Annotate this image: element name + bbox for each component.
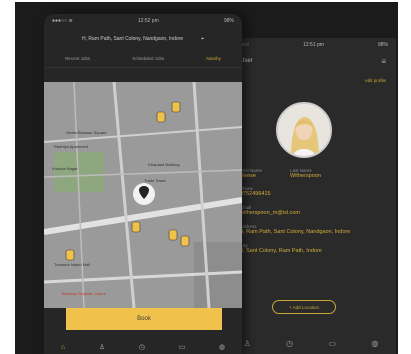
avatar bbox=[276, 102, 332, 158]
edit-profile-link[interactable]: edit profile bbox=[226, 78, 396, 83]
name-row: First Name Reese Last Name Witherspoon bbox=[240, 168, 388, 180]
tab-scheduled-jobs[interactable]: Scheduled Jobs bbox=[132, 56, 164, 61]
bottom-nav: ⌂ ♙ ◷ ▭ ◍ bbox=[44, 340, 242, 354]
history-tab-icon[interactable]: ◷ bbox=[286, 339, 293, 348]
status-time: 12:51 pm bbox=[303, 42, 324, 48]
book-button[interactable]: Book bbox=[66, 308, 222, 330]
menu-icon[interactable]: ≡ bbox=[381, 57, 386, 66]
status-bar: ●●●○○ 12:51 pm 98% bbox=[226, 38, 396, 52]
screenshot-stage: ●●●○○ 12:51 pm 98% User ≡ edit profile F… bbox=[0, 0, 411, 354]
map-label-5: Krishna Nagar bbox=[52, 166, 78, 171]
profile-tab-icon[interactable]: ♙ bbox=[244, 339, 251, 348]
current-address: H, Ram Path, Sant Colony, Nandgaon, Indo… bbox=[82, 36, 184, 42]
wallet-tab-icon[interactable]: ▭ bbox=[328, 339, 336, 348]
address-bar[interactable]: H, Ram Path, Sant Colony, Nandgaon, Indo… bbox=[44, 28, 242, 50]
settings-tab-icon[interactable]: ◍ bbox=[371, 339, 378, 348]
bottom-nav: ♙ ◷ ▭ ◍ bbox=[226, 332, 396, 354]
profile-header: User ≡ bbox=[226, 52, 396, 70]
status-battery: 98% bbox=[223, 18, 234, 24]
status-battery: 98% bbox=[377, 42, 388, 48]
email-value: witherspoon_m@isl.com bbox=[240, 210, 300, 217]
profile-screen: ●●●○○ 12:51 pm 98% User ≡ edit profile F… bbox=[226, 38, 396, 354]
map-label-3: Dhapaad Building bbox=[148, 162, 180, 167]
profile-fields: First Name Reese Last Name Witherspoon P… bbox=[240, 168, 388, 262]
tab-nearby[interactable]: Nearby bbox=[206, 56, 221, 61]
add-location-button[interactable]: + Add Location bbox=[272, 300, 336, 314]
settings-tab-icon[interactable]: ◍ bbox=[219, 343, 225, 351]
phone-value: 9752496415 bbox=[240, 191, 271, 198]
status-bar: ●●●○○ ≋ 12:52 pm 98% bbox=[44, 14, 242, 28]
city-field: City 4, Sant Colony, Ram Path, Indore bbox=[240, 243, 388, 255]
history-tab-icon[interactable]: ◷ bbox=[139, 343, 145, 351]
address-field: Address 4, Ram Path, Sant Colony, Nandga… bbox=[240, 224, 388, 236]
first-name-value: Reese bbox=[240, 173, 256, 180]
last-name-value: Witherspoon bbox=[290, 173, 321, 180]
map-screen: ●●●○○ ≋ 12:52 pm 98% H, Ram Path, Sant C… bbox=[44, 14, 242, 354]
last-name-field: Last Name Witherspoon bbox=[290, 168, 321, 180]
map-label-7: Bombay Hospital, Indore bbox=[62, 291, 106, 296]
phone-field: Phone 9752496415 bbox=[240, 186, 388, 198]
tab-recent-jobs[interactable]: Recent Jobs bbox=[65, 56, 90, 61]
email-field: Email witherspoon_m@isl.com bbox=[240, 205, 388, 217]
first-name-field: First Name Reese bbox=[240, 168, 262, 180]
home-tab-icon[interactable]: ⌂ bbox=[61, 344, 65, 351]
city-value: 4, Sant Colony, Ram Path, Indore bbox=[240, 248, 322, 255]
job-tabs: Recent Jobs Scheduled Jobs Nearby bbox=[44, 50, 242, 68]
wallet-tab-icon[interactable]: ▭ bbox=[179, 343, 186, 351]
map-canvas bbox=[44, 82, 242, 308]
map-label-1: Geeta Bhawan Square bbox=[66, 130, 107, 135]
location-pin-icon[interactable]: ⌖ bbox=[201, 36, 204, 42]
map-view[interactable]: Geeta Bhawan Square Radhiya Apartment Dh… bbox=[44, 82, 242, 308]
status-signal: ●●●○○ ≋ bbox=[52, 18, 73, 24]
map-label-4: Trade Tower bbox=[144, 178, 167, 183]
map-label-2: Radhiya Apartment bbox=[54, 144, 89, 149]
status-time: 12:52 pm bbox=[137, 18, 159, 24]
map-label-6: Treasure Island Mall bbox=[54, 262, 91, 267]
profile-tab-icon[interactable]: ♙ bbox=[99, 343, 105, 351]
address-value: 4, Ram Path, Sant Colony, Nandgaon, Indo… bbox=[240, 229, 351, 236]
